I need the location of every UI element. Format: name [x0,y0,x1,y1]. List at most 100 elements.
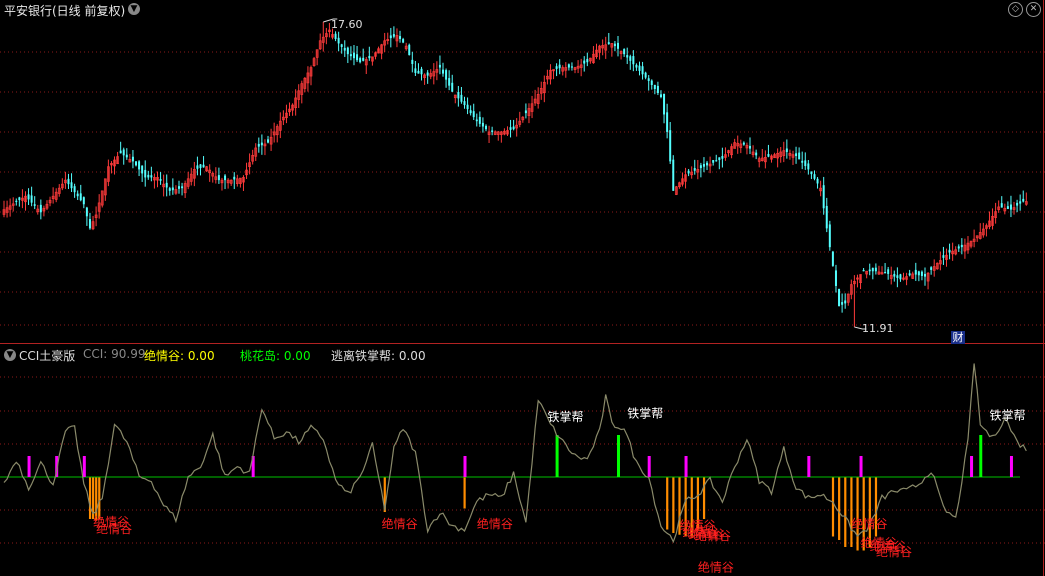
tzb-annotation: 铁掌帮 [990,408,1026,422]
candle-body [957,246,960,249]
candle [312,56,316,67]
candle-body [359,58,362,63]
candle-body [79,193,82,201]
candle-body [663,93,666,115]
candle-body [884,271,887,274]
candle-body [586,58,589,63]
indicator-menu-icon[interactable]: ▼ [4,349,16,361]
candle-body [1000,203,1003,208]
candle-body [147,174,150,178]
candle [838,288,841,307]
candle-body [131,156,134,162]
candle-body [1009,204,1012,210]
candle [935,262,939,270]
candle-body [626,55,629,58]
candle-body [233,176,236,180]
magenta-bar [970,456,974,477]
candle [205,165,208,172]
candle-body [920,271,923,276]
jqg-annotation: 绝情谷 [876,544,912,559]
close-icon[interactable]: ✕ [1026,2,1041,17]
finance-badge[interactable]: 财 [951,331,965,344]
candle-body [33,204,36,206]
candle-body [177,186,180,189]
candle-body [795,153,798,157]
candle-body [948,249,951,253]
candle-body [666,112,669,132]
candle [674,185,678,196]
candle-body [607,42,610,45]
magenta-bar [1009,456,1013,477]
candle-body [868,269,871,272]
candle-body [181,186,184,189]
chevron-down-icon[interactable]: ▼ [128,3,140,15]
candle-body [841,302,844,305]
candle-body [257,143,260,147]
candle-body [650,80,653,85]
candle-body [362,57,365,61]
candle-body [693,168,696,171]
candle-body [558,64,561,69]
candle [831,250,834,267]
candle-body [472,111,475,118]
candle-body [442,69,445,74]
candle-body [340,44,343,48]
tzb-annotation: 铁掌帮 [627,407,663,421]
low-price-label: 11.91 [862,322,894,335]
candle-body [862,269,865,272]
candle-body [469,110,472,114]
candle-body [653,84,656,90]
candle-body [908,273,911,276]
candle-body [389,35,392,39]
diamond-icon[interactable]: ◇ [1008,2,1023,17]
candle-body [656,85,659,94]
candle-body [426,72,429,76]
candle-body [135,161,138,166]
candle-body [810,171,813,175]
candle-body [942,255,945,258]
jqg-bar [666,477,669,530]
candle-body [924,273,926,277]
candle-body [669,130,672,162]
candle-body [356,54,359,61]
candle-body [70,182,73,189]
candle-body [767,153,770,157]
candle-body [349,54,352,57]
candle-body [150,175,153,178]
candle-body [1006,206,1009,209]
candle-body [813,174,816,179]
magenta-bar [27,456,31,477]
jqg-annotation: 绝情谷 [851,516,887,531]
candle-body [202,164,205,168]
candle-body [171,187,174,191]
candle-body [217,175,220,181]
candle-body [199,164,202,169]
candle-body [18,197,21,201]
candle-body [629,56,632,61]
candle-body [481,122,484,127]
candle-body [144,169,147,178]
candle-body [567,64,570,68]
candle-body [15,200,18,202]
candle [100,190,104,208]
jqg-bar [856,477,859,551]
cci-value: CCI: 90.99 [83,347,146,361]
green-bar [979,435,983,477]
candle-body [871,267,874,272]
candle-body [1019,201,1022,204]
candle-body [119,150,122,154]
magenta-bar [463,456,467,477]
candle-body [570,66,573,68]
candle-body [706,162,709,166]
candle [672,155,675,191]
stock-title: 平安银行(日线 前复权) [4,4,126,18]
candle-body [702,163,705,167]
candle-body [583,60,586,64]
candle-body [460,94,463,102]
candle-body [721,156,724,159]
candle-body [408,44,411,56]
jqg-value: 绝情谷: 0.00 [144,349,215,363]
candle-body [85,207,88,217]
jqg-bar [844,477,847,547]
candle-body [438,64,441,68]
